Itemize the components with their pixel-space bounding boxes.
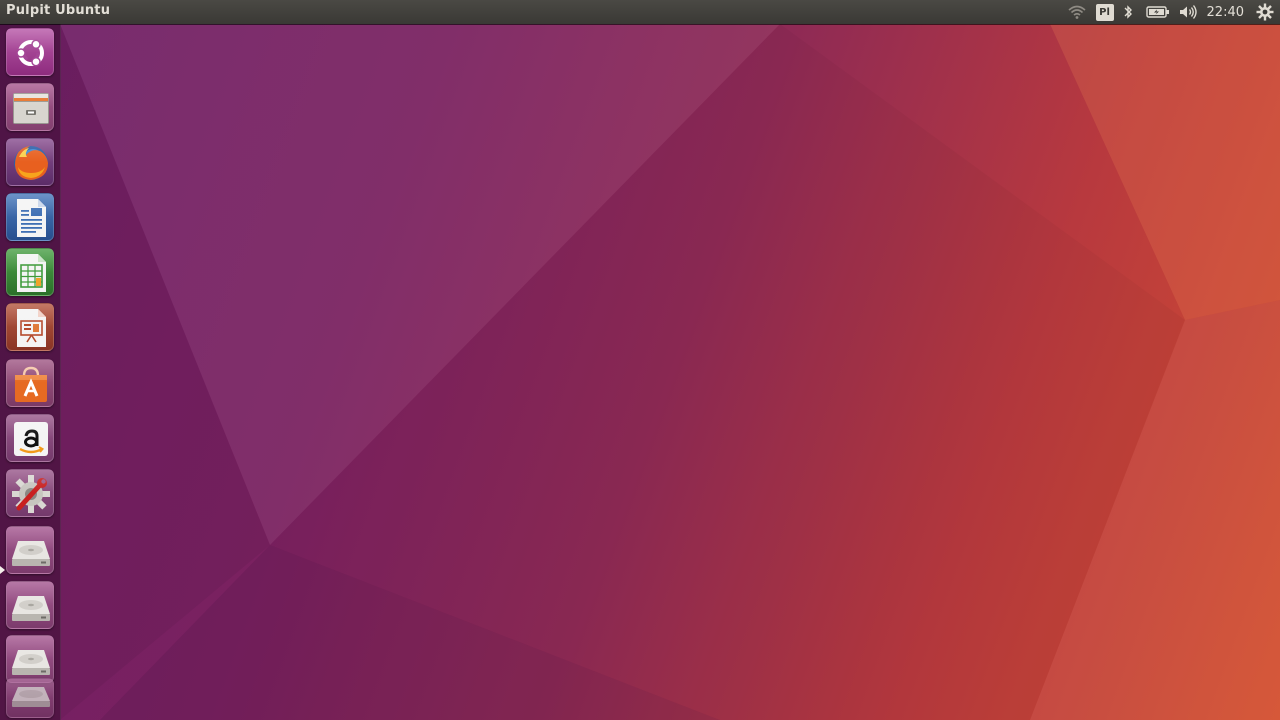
launcher [0,24,61,720]
firefox-icon [14,146,48,180]
hard-drive-icon [12,687,50,707]
desktop-wallpaper[interactable] [0,0,1280,720]
indicator-area: Pl 22:40 [1065,0,1280,24]
window-title: Pulpit Ubuntu [6,3,111,18]
bluetooth-icon[interactable] [1119,0,1137,24]
hard-drive-icon [12,596,50,621]
amazon-icon [14,422,48,456]
launcher-item-amazon[interactable] [6,414,54,462]
writer-document-icon [17,199,46,237]
calc-spreadsheet-icon [17,254,46,292]
shopping-bag-icon [15,366,47,402]
sound-icon[interactable] [1177,0,1199,24]
impress-presentation-icon [17,309,46,347]
launcher-item-ubuntu-software[interactable] [6,359,54,407]
launcher-item-drive-3[interactable] [6,635,54,683]
launcher-item-dash[interactable] [6,28,54,76]
keyboard-layout-label: Pl [1095,3,1114,21]
launcher-item-calc[interactable] [6,248,54,296]
launcher-item-files[interactable] [6,83,54,131]
launcher-item-writer[interactable] [6,193,54,241]
ubuntu-logo-icon [16,39,44,67]
wifi-icon[interactable] [1065,0,1089,24]
battery-icon[interactable] [1145,0,1171,24]
running-indicator-arrow [0,566,5,574]
launcher-item-drive-1[interactable] [6,526,54,574]
launcher-item-drive-2[interactable] [6,581,54,629]
gear-icon[interactable] [1254,0,1276,24]
top-panel: Pulpit Ubuntu Pl 22:40 [0,0,1280,24]
wallpaper-shapes [60,24,1280,720]
launcher-item-system-settings[interactable] [6,469,54,517]
hard-drive-icon [12,541,50,566]
file-cabinet-icon [13,93,49,124]
clock[interactable]: 22:40 [1207,0,1244,24]
keyboard-layout-indicator[interactable]: Pl [1095,0,1115,24]
hard-drive-icon [12,650,50,675]
launcher-item-firefox[interactable] [6,138,54,186]
launcher-item-impress[interactable] [6,303,54,351]
launcher-item-drive-4[interactable] [6,678,54,718]
settings-gear-wrench-icon [12,475,50,513]
